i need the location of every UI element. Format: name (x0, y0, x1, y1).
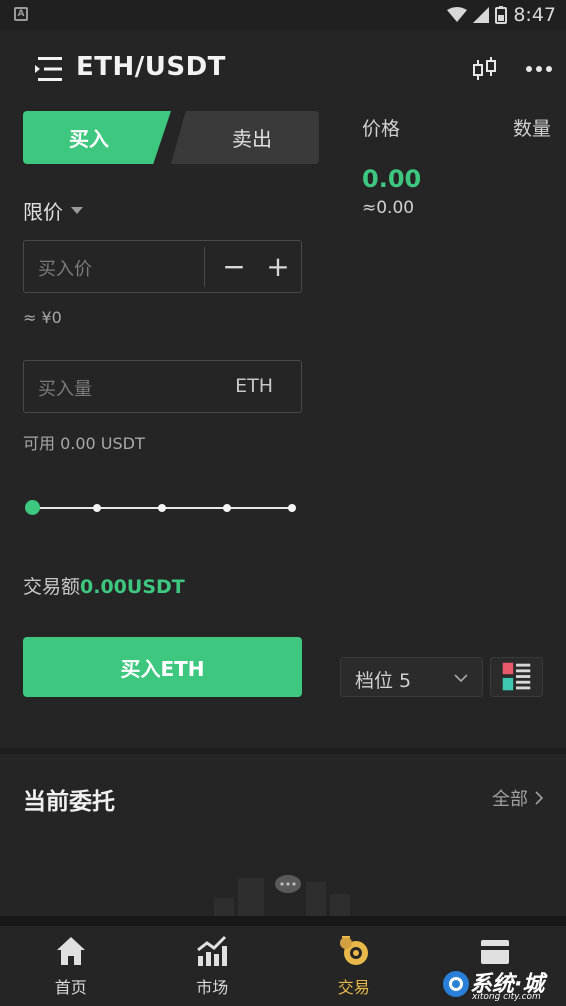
signal-icon (473, 7, 490, 23)
tab-sell[interactable]: 卖出 (171, 111, 319, 164)
status-time: 8:47 (513, 4, 556, 26)
slider-stop-25[interactable] (93, 504, 101, 512)
tab-buy[interactable]: 买入 (23, 111, 171, 164)
orderbook-price-header: 价格 (362, 118, 401, 140)
kline-chart-icon[interactable] (470, 54, 500, 84)
status-bar: A 8:47 (0, 0, 566, 30)
slider-handle[interactable] (25, 500, 40, 515)
order-type-label: 限价 (23, 200, 63, 224)
amount-input-placeholder[interactable]: 买入量 (38, 375, 92, 401)
wifi-icon (447, 7, 468, 22)
watermark-logo: 系统·城 xitong city.com (440, 966, 562, 1002)
watermark-subtext: xitong city.com (472, 992, 541, 1002)
orderbook-qty-header: 数量 (512, 118, 551, 140)
slider-stop-100[interactable] (288, 504, 296, 512)
slider-stop-75[interactable] (223, 504, 231, 512)
app-notification-icon: A (14, 7, 28, 21)
market-chart-icon (197, 935, 228, 966)
header: ETH/USDT (0, 40, 566, 98)
depth-label: 档位 5 (355, 670, 412, 692)
tab-home[interactable]: 首页 (0, 926, 142, 1006)
percentage-slider[interactable] (25, 498, 296, 518)
all-label: 全部 (492, 789, 528, 810)
depth-select[interactable]: 档位 5 (340, 657, 483, 697)
buy-submit-button[interactable]: 买入ETH (23, 637, 302, 697)
menu-icon[interactable] (34, 56, 64, 82)
tab-home-label: 首页 (54, 978, 87, 997)
field-divider (204, 247, 205, 287)
tab-market[interactable]: 市场 (142, 926, 284, 1006)
available-balance: 可用 0.00 USDT (23, 434, 145, 453)
price-decrease-button[interactable]: − (214, 241, 254, 292)
tab-trade-label: 交易 (337, 978, 370, 997)
chevron-right-icon (535, 791, 544, 805)
trade-icon (339, 936, 368, 965)
depth-view-toggle[interactable] (490, 657, 543, 697)
more-icon[interactable] (524, 54, 554, 84)
pair-title[interactable]: ETH/USDT (76, 52, 226, 82)
wallet-icon (481, 940, 510, 964)
cny-approx-value: ≈ ¥0 (23, 308, 62, 327)
section-divider (0, 748, 566, 754)
turnover-value: 0.00USDT (80, 576, 185, 598)
open-orders-all-link[interactable]: 全部 (492, 785, 544, 811)
turnover-label: 交易额 (23, 576, 81, 598)
home-icon (56, 937, 85, 965)
amount-unit: ETH (235, 375, 273, 397)
tabbar-divider (0, 916, 566, 926)
empty-state-illustration (214, 875, 350, 918)
order-type-selector[interactable]: 限价 (23, 196, 83, 225)
slider-stop-50[interactable] (158, 504, 166, 512)
amount-field[interactable]: 买入量 ETH (23, 360, 302, 413)
chevron-down-icon (454, 674, 468, 683)
orderbook-layout-icon (502, 662, 531, 691)
open-orders-title: 当前委托 (23, 789, 115, 815)
tab-market-label: 市场 (196, 978, 229, 997)
watermark-icon (443, 971, 469, 997)
battery-icon (495, 6, 508, 24)
turnover: 交易额0.00USDT (23, 572, 185, 599)
price-increase-button[interactable]: + (258, 241, 298, 292)
tab-trade[interactable]: 交易 (283, 926, 425, 1006)
last-price: 0.00 (362, 165, 422, 193)
price-input-placeholder[interactable]: 买入价 (38, 255, 92, 281)
status-icons: 8:47 (447, 4, 556, 26)
price-field[interactable]: 买入价 − + (23, 240, 302, 293)
last-price-approx: ≈0.00 (362, 198, 415, 218)
caret-down-icon (71, 207, 83, 214)
